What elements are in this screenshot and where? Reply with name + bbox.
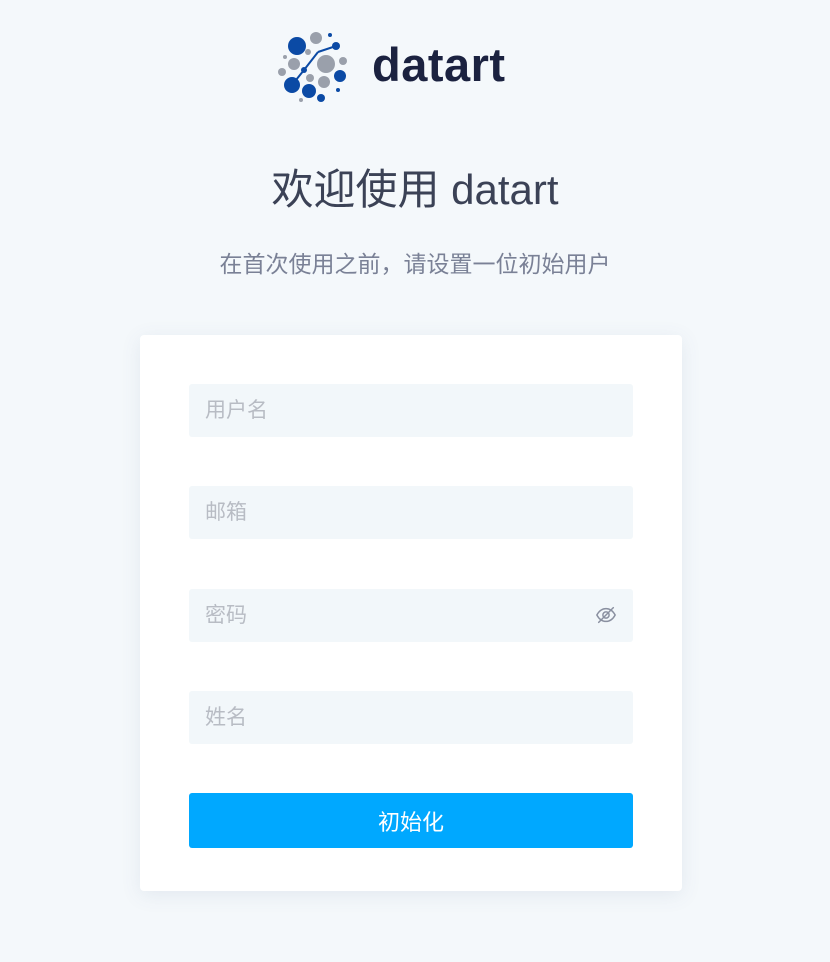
initialize-button[interactable]: 初始化 [189, 793, 633, 848]
eye-invisible-icon[interactable] [595, 604, 617, 626]
name-field [189, 691, 633, 744]
setup-form-card: 初始化 [140, 335, 682, 891]
welcome-subtitle: 在首次使用之前，请设置一位初始用户 [219, 251, 611, 277]
email-field [189, 486, 633, 539]
password-field [189, 589, 633, 642]
brand-header: datart [276, 28, 506, 106]
welcome-title: 欢迎使用 datart [271, 166, 559, 213]
username-input[interactable] [189, 384, 633, 437]
password-input[interactable] [189, 589, 633, 642]
logo-icon [278, 32, 347, 102]
name-input[interactable] [189, 691, 633, 744]
email-input[interactable] [189, 486, 633, 539]
brand-name: datart [372, 37, 506, 91]
username-field [189, 384, 633, 437]
